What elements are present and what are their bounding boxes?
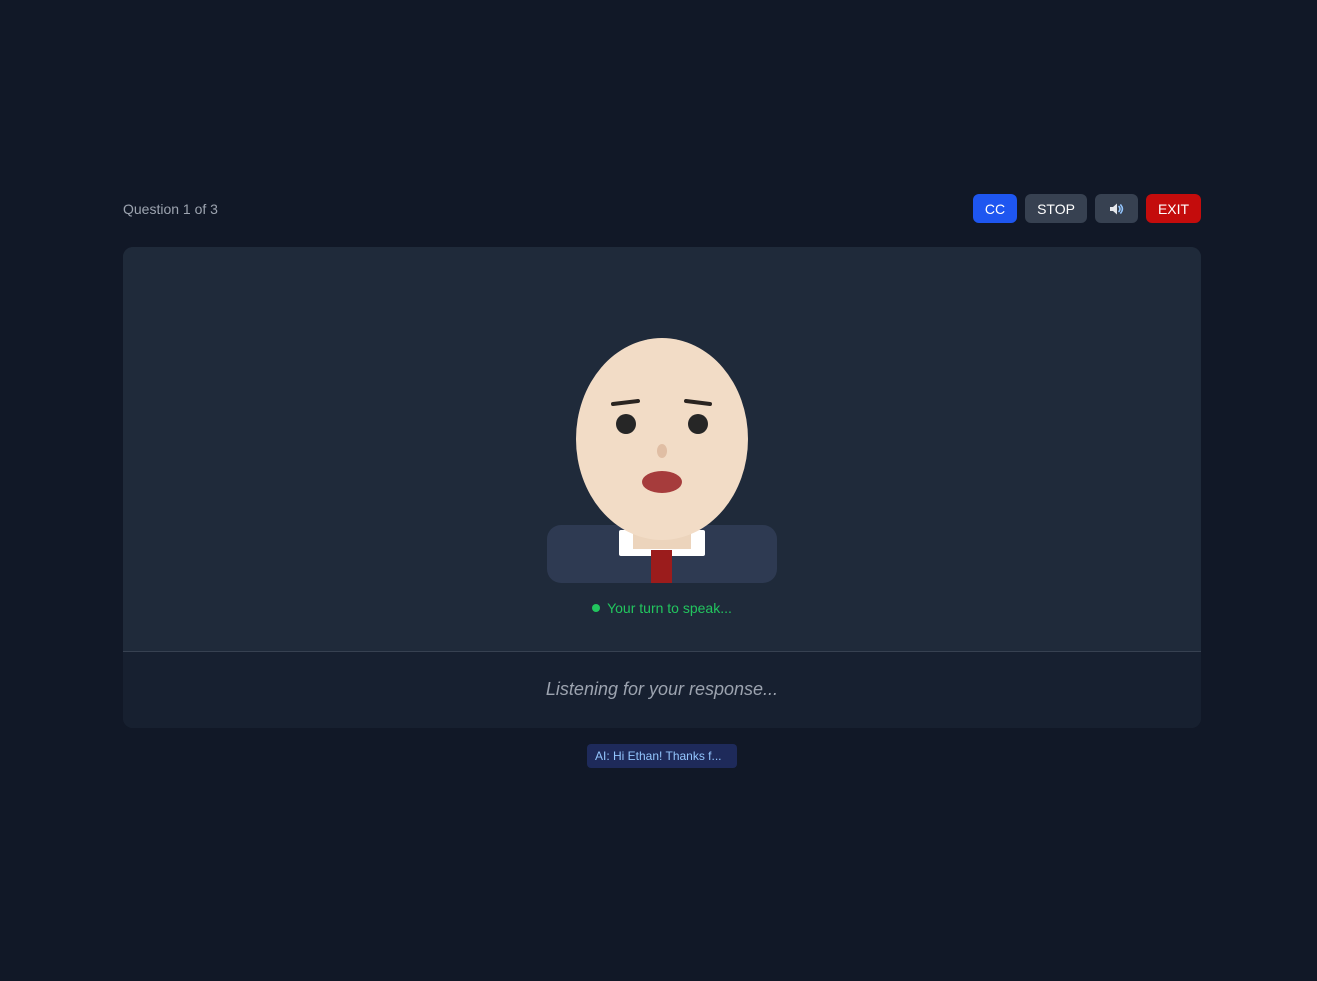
- exit-button[interactable]: EXIT: [1146, 194, 1201, 223]
- avatar-area: Your turn to speak...: [123, 247, 1201, 651]
- listening-text: Listening for your response...: [545, 679, 779, 699]
- status-dot-icon: [592, 604, 601, 612]
- speaking-status: Your turn to speak...: [123, 600, 1201, 616]
- control-buttons: CC STOP EXIT: [973, 194, 1201, 223]
- question-counter: Question 1 of 3: [123, 201, 218, 217]
- cc-button[interactable]: CC: [973, 194, 1017, 223]
- interview-page: Question 1 of 3 CC STOP EXIT Your turn t…: [0, 0, 1317, 981]
- avatar-nose: [657, 444, 667, 458]
- avatar-mouth: [642, 471, 682, 493]
- status-text: Your turn to speak...: [607, 600, 732, 616]
- avatar-left-eye: [616, 414, 636, 434]
- top-bar: Question 1 of 3 CC STOP EXIT: [123, 194, 1201, 224]
- avatar-right-eye: [688, 414, 708, 434]
- interview-stage: Your turn to speak... Listening for your…: [123, 247, 1201, 728]
- avatar-head: [576, 338, 748, 540]
- sound-button[interactable]: [1095, 194, 1138, 223]
- interviewer-avatar: [547, 338, 777, 583]
- response-area: Listening for your response...: [123, 652, 1201, 728]
- avatar-tie: [651, 550, 672, 583]
- caption-chip: AI: Hi Ethan! Thanks f...: [587, 744, 737, 768]
- stop-button[interactable]: STOP: [1025, 194, 1087, 223]
- speaker-icon: [1109, 203, 1123, 214]
